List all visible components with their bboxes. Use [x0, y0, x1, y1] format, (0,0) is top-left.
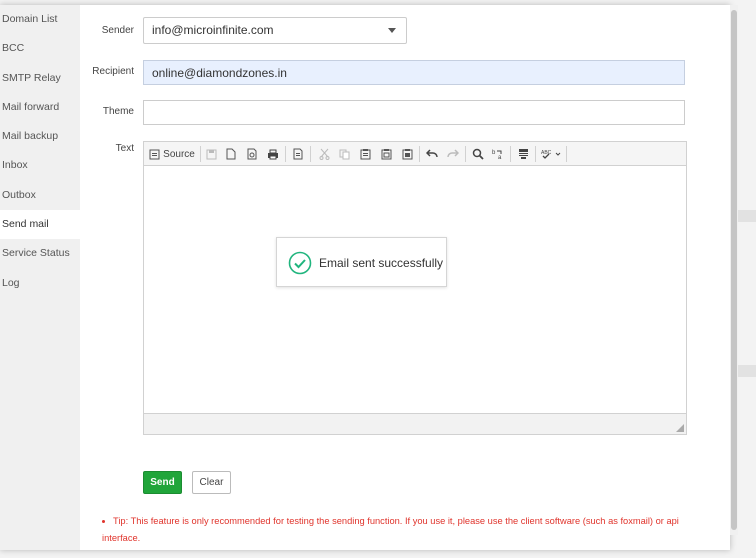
sidebar-item-service-status[interactable]: Service Status	[0, 239, 80, 268]
copy-icon[interactable]	[337, 146, 351, 162]
chevron-down-icon	[388, 28, 396, 33]
recipient-label: Recipient	[92, 66, 134, 77]
toolbar-separator	[310, 146, 311, 162]
paste-text-icon[interactable]	[379, 146, 393, 162]
send-button[interactable]: Send	[143, 471, 182, 494]
find-icon[interactable]	[471, 146, 485, 162]
preview-icon[interactable]	[245, 146, 259, 162]
tip-text: Tip: This feature is only recommended fo…	[102, 516, 679, 543]
select-all-icon[interactable]	[516, 146, 530, 162]
recipient-input[interactable]	[143, 60, 685, 85]
editor-content-area[interactable]	[144, 167, 686, 413]
svg-text:a: a	[498, 155, 502, 160]
toolbar-separator	[465, 146, 466, 162]
sidebar-item-mail-backup[interactable]: Mail backup	[0, 122, 80, 151]
svg-text:ABC: ABC	[541, 150, 552, 156]
text-label: Text	[115, 143, 134, 154]
toolbar-separator	[510, 146, 511, 162]
background-divider	[736, 365, 756, 377]
sidebar-item-bcc[interactable]: BCC	[0, 34, 80, 63]
replace-icon[interactable]: ba	[491, 146, 505, 162]
resize-grip-icon[interactable]	[676, 424, 684, 432]
theme-label: Theme	[102, 106, 134, 117]
source-button[interactable]: Source	[149, 146, 195, 162]
toast-message: Email sent successfully	[319, 256, 444, 270]
cut-icon[interactable]	[317, 146, 331, 162]
sidebar: Domain List BCC SMTP Relay Mail forward …	[0, 5, 80, 550]
print-icon[interactable]	[266, 146, 280, 162]
check-circle-icon	[288, 251, 312, 275]
sidebar-item-mail-forward[interactable]: Mail forward	[0, 93, 80, 122]
paste-word-icon[interactable]	[400, 146, 414, 162]
sender-value: info@microinfinite.com	[152, 23, 274, 37]
toolbar-separator	[566, 146, 567, 162]
theme-input[interactable]	[143, 100, 685, 125]
scrollbar-thumb[interactable]	[731, 10, 737, 530]
svg-text:b: b	[492, 150, 496, 156]
sidebar-item-inbox[interactable]: Inbox	[0, 151, 80, 180]
editor-status-bar	[144, 413, 686, 434]
sidebar-item-send-mail[interactable]: Send mail	[0, 210, 80, 240]
clear-button[interactable]: Clear	[192, 471, 231, 494]
new-page-icon[interactable]	[224, 146, 238, 162]
sender-select[interactable]: info@microinfinite.com	[143, 17, 407, 44]
success-toast: Email sent successfully	[276, 237, 447, 287]
tip-message: Tip: This feature is only recommended fo…	[102, 513, 702, 547]
editor-toolbar: Source b a ABC	[144, 142, 686, 166]
save-icon[interactable]	[204, 146, 218, 162]
source-icon	[149, 149, 160, 159]
background-divider	[736, 210, 756, 222]
toolbar-separator	[419, 146, 420, 162]
sender-label: Sender	[101, 25, 134, 36]
toolbar-separator	[285, 146, 286, 162]
toolbar-separator	[535, 146, 536, 162]
templates-icon[interactable]	[291, 146, 305, 162]
sidebar-item-smtp-relay[interactable]: SMTP Relay	[0, 64, 80, 93]
bullet-icon	[102, 520, 105, 524]
source-label: Source	[163, 148, 195, 160]
spellcheck-icon[interactable]: ABC	[540, 146, 562, 162]
sidebar-item-outbox[interactable]: Outbox	[0, 181, 80, 210]
redo-icon[interactable]	[446, 146, 460, 162]
undo-icon[interactable]	[425, 146, 439, 162]
sidebar-item-domain-list[interactable]: Domain List	[0, 5, 80, 34]
sidebar-item-log[interactable]: Log	[0, 269, 80, 298]
rich-text-editor: Source b a ABC	[143, 141, 687, 435]
toolbar-separator	[200, 146, 201, 162]
paste-icon[interactable]	[358, 146, 372, 162]
